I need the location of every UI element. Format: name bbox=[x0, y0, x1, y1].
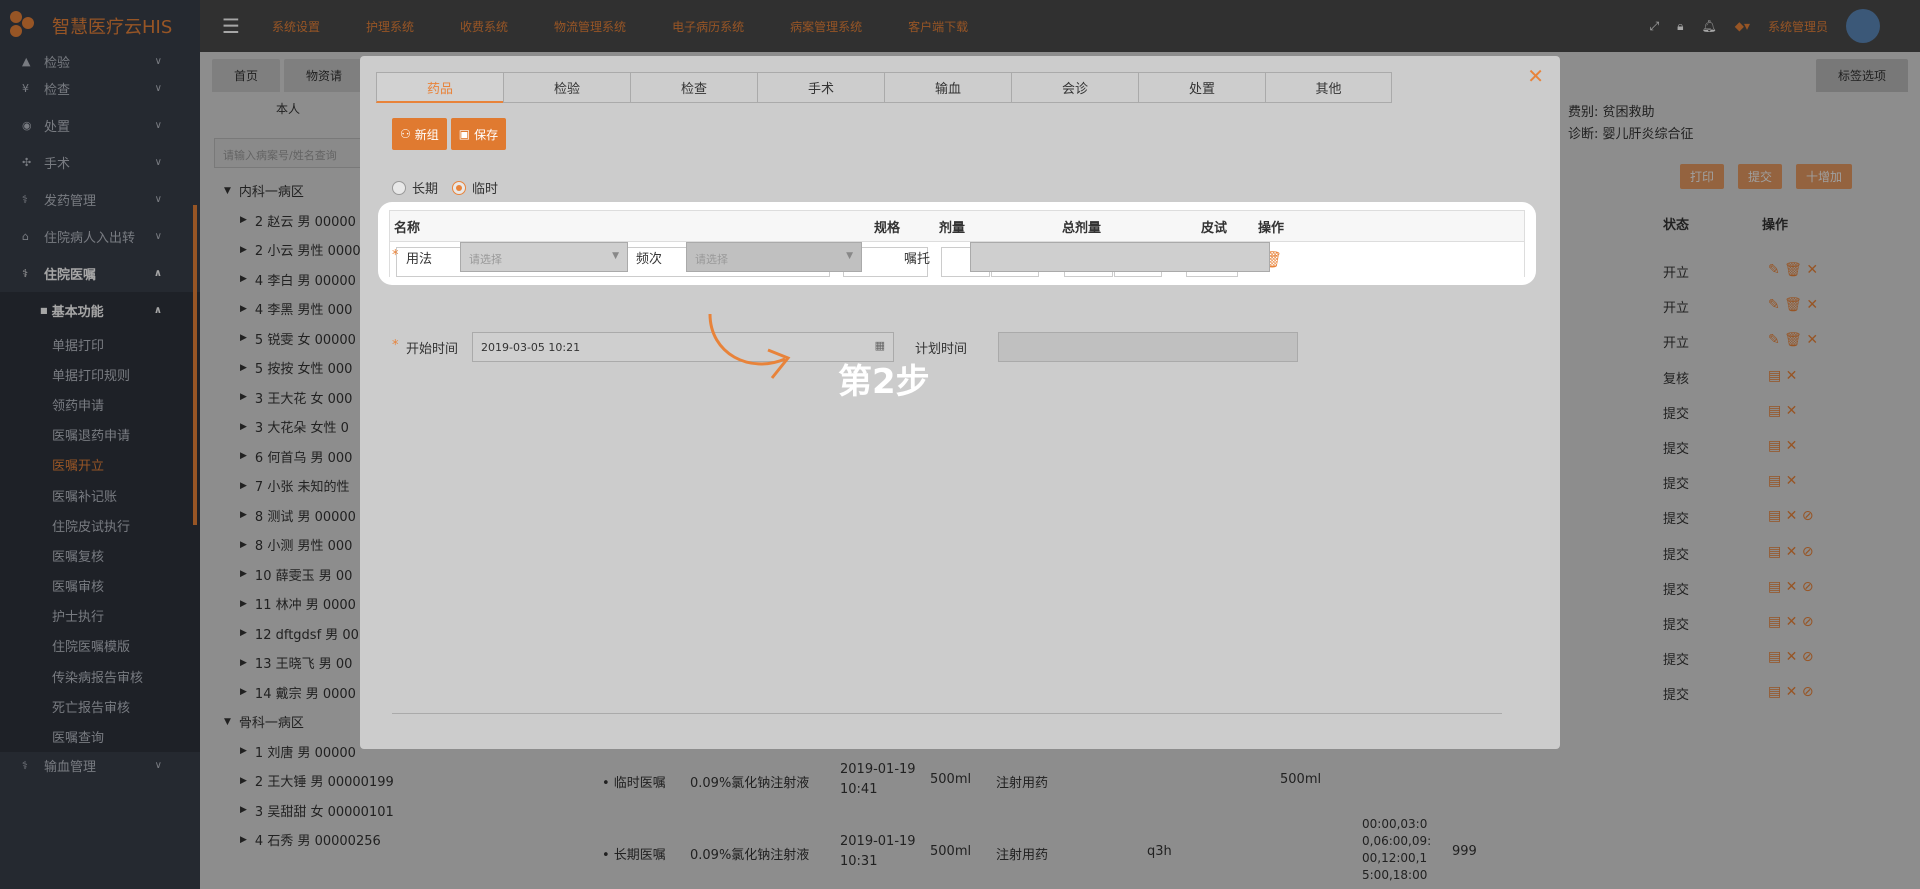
modal-tab[interactable]: 检查 bbox=[630, 72, 757, 103]
radio-long-term[interactable]: 长期 bbox=[392, 178, 438, 197]
col-spec: 规格 bbox=[874, 220, 901, 236]
modal-tab[interactable]: 手术 bbox=[757, 72, 884, 103]
modal-tab[interactable]: 检验 bbox=[503, 72, 630, 103]
group-icon: ⚇ bbox=[400, 127, 411, 141]
save-icon: ▣ bbox=[458, 127, 471, 141]
modal-tabs: 药品 检验 检查 手术 输血 会诊 处置 其他 bbox=[376, 72, 1392, 103]
plan-time-input bbox=[998, 332, 1298, 362]
new-group-button[interactable]: ⚇ 新组 bbox=[392, 118, 447, 150]
advice-label: 嘱托 bbox=[904, 252, 931, 267]
close-icon[interactable]: ✕ bbox=[1527, 64, 1544, 88]
radio-temporary[interactable]: 临时 bbox=[452, 178, 498, 197]
usage-row: * 用法 请选择 频次 请选择 嘱托 bbox=[392, 242, 1492, 272]
col-name: 名称 bbox=[394, 220, 421, 236]
freq-label: 频次 bbox=[636, 252, 663, 267]
modal-tab[interactable]: 其他 bbox=[1265, 72, 1392, 103]
step-label: 第2步 bbox=[838, 362, 930, 402]
modal-tab[interactable]: 会诊 bbox=[1011, 72, 1138, 103]
save-button[interactable]: ▣ 保存 bbox=[450, 118, 507, 150]
col-skin: 皮试 bbox=[1201, 220, 1228, 236]
col-dose: 剂量 bbox=[939, 220, 966, 236]
start-time-label: 开始时间 bbox=[406, 342, 459, 357]
time-row: * 开始时间 2019-03-05 10:21 ▦ 计划时间 bbox=[392, 332, 1492, 362]
modal-tab[interactable]: 输血 bbox=[884, 72, 1011, 103]
usage-label: 用法 bbox=[406, 252, 433, 267]
advice-input[interactable] bbox=[970, 242, 1270, 272]
col-op: 操作 bbox=[1258, 220, 1285, 236]
drug-table-header: 名称 规格 剂量 总剂量 皮试 操作 bbox=[390, 211, 1524, 241]
col-total: 总剂量 bbox=[1062, 220, 1102, 236]
start-time-input[interactable]: 2019-03-05 10:21 ▦ bbox=[472, 332, 894, 362]
arrow-annotation-icon bbox=[708, 314, 791, 379]
modal-tab[interactable]: 处置 bbox=[1138, 72, 1265, 103]
modal-divider bbox=[392, 713, 1502, 714]
order-modal: ✕ 药品 检验 检查 手术 输血 会诊 处置 其他 ⚇ 新组 ▣ 保存 长期 临时 名称 规格 剂… bbox=[360, 56, 1560, 749]
modal-toolbar: ⚇ 新组 ▣ 保存 bbox=[392, 118, 507, 150]
freq-select[interactable]: 请选择 bbox=[686, 242, 862, 272]
usage-select[interactable]: 请选择 bbox=[460, 242, 628, 272]
order-type-radios: 长期 临时 bbox=[392, 178, 498, 197]
calendar-icon: ▦ bbox=[874, 339, 885, 352]
modal-tab[interactable]: 药品 bbox=[376, 72, 503, 103]
